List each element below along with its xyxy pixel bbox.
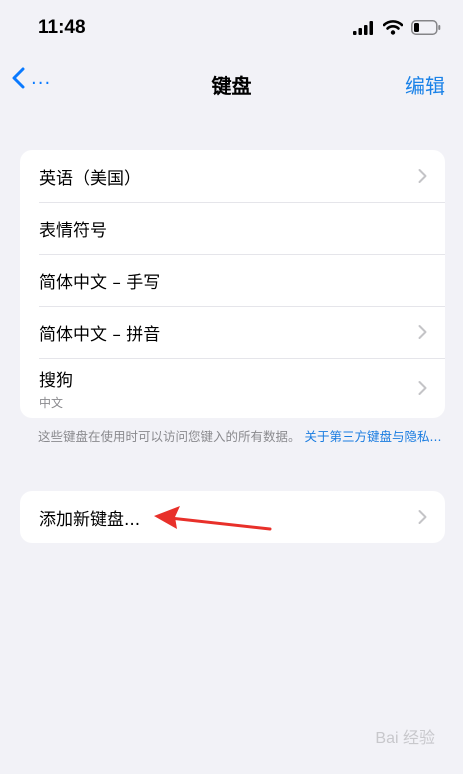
page-title: 键盘 [211,74,252,98]
navigation-bar: ... 键盘 编辑 [0,58,463,106]
keyboard-sublabel: 中文 [39,395,64,410]
keyboard-row-chinese-pinyin[interactable]: 简体中文 – 拼音 [20,306,445,358]
keyboard-label: 表情符号 [39,220,107,241]
add-keyboard-label: 添加新键盘... [39,509,141,530]
keyboard-label: 简体中文 – 手写 [39,272,161,293]
third-party-privacy-link[interactable]: 关于第三方键盘与隐私... [305,429,442,444]
chevron-right-icon [418,510,427,524]
chevron-right-icon [418,169,427,183]
chevron-right-icon [418,381,427,395]
edit-button[interactable]: 编辑 [405,70,445,99]
status-bar: 11:48 [0,0,463,58]
keyboard-row-chinese-handwriting[interactable]: 简体中文 – 手写 [20,254,445,306]
keyboards-list: 英语（美国） 表情符号 简体中文 – 手写 简体中文 – 拼音 搜狗 中文 [20,150,445,418]
footnote-text: 这些键盘在使用时可以访问您键入的所有数据。 [38,429,301,444]
status-icons [353,20,441,35]
cellular-signal-icon [353,20,373,35]
wifi-icon [383,20,403,35]
keyboard-row-sogou[interactable]: 搜狗 中文 [20,358,445,418]
keyboard-label: 简体中文 – 拼音 [39,324,161,345]
chevron-right-icon [418,325,427,339]
keyboard-label: 搜狗 [39,370,73,391]
baidu-jingyan-watermark: Bai 经验 [375,730,435,747]
status-time: 11:48 [38,17,86,38]
red-arrow-annotation [154,506,272,531]
keyboard-row-english-us[interactable]: 英语（美国） [20,150,445,202]
keyboard-label: 英语（美国） [39,168,141,189]
battery-icon [411,20,441,35]
privacy-footnote: 这些键盘在使用时可以访问您键入的所有数据。 关于第三方键盘与隐私... [38,428,456,446]
keyboard-row-emoji[interactable]: 表情符号 [20,202,445,254]
